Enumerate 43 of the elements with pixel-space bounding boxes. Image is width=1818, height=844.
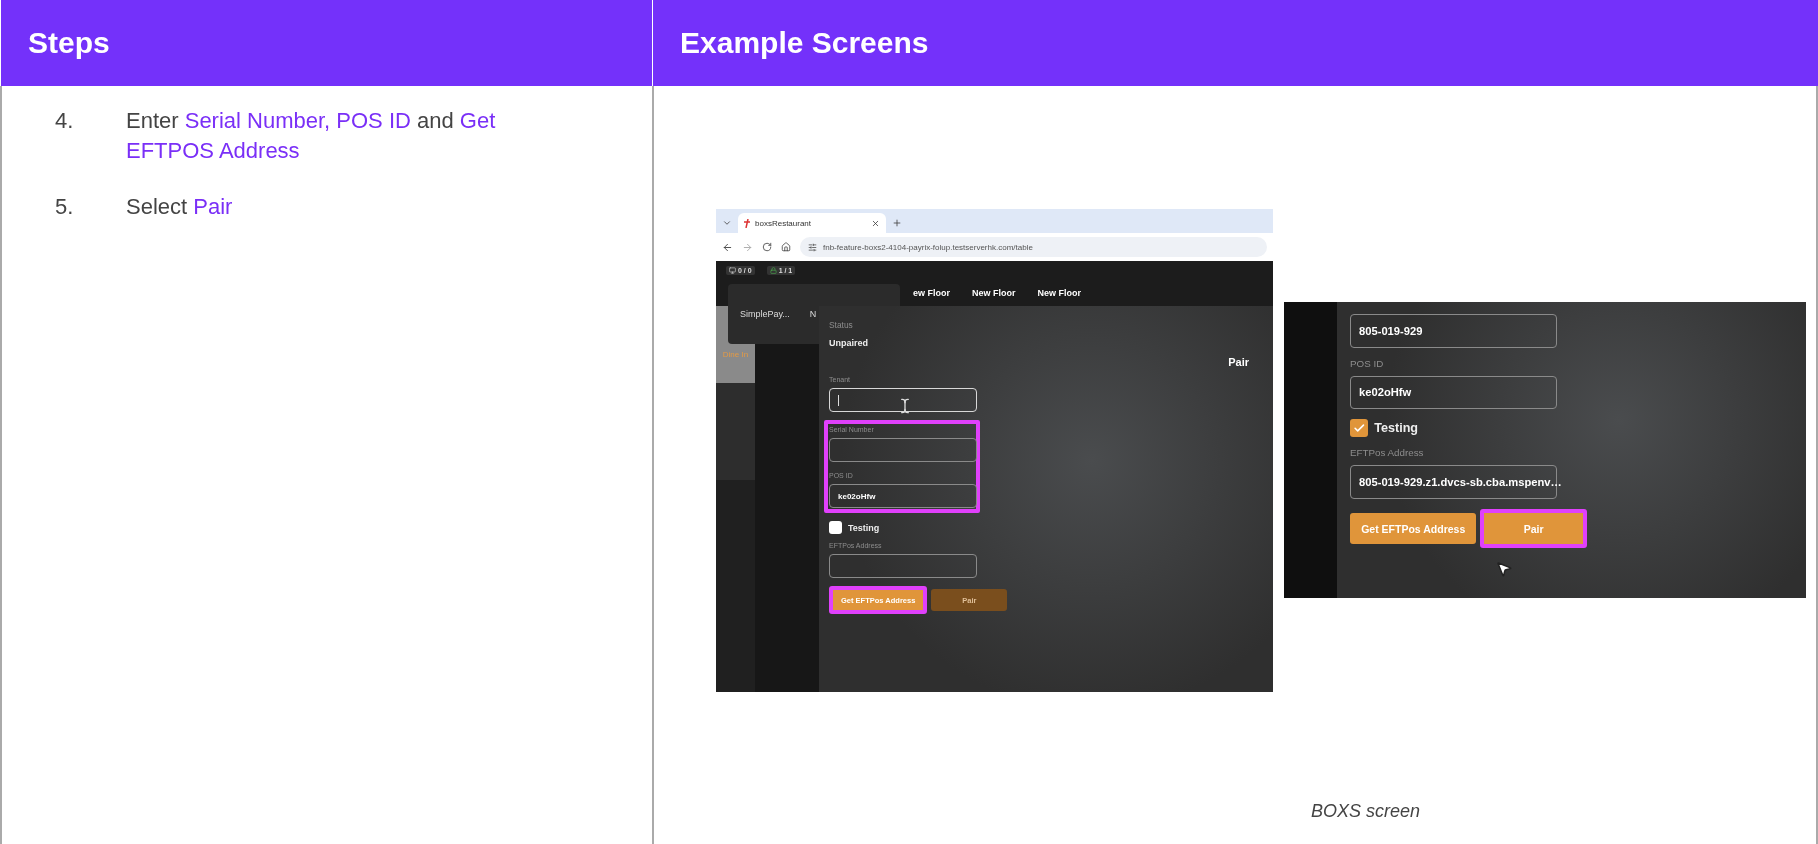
floor-tab[interactable]: ew Floor bbox=[913, 287, 950, 298]
input-field[interactable]: ke02oHfw bbox=[1350, 375, 1558, 410]
image-caption: BOXS screen bbox=[1311, 801, 1422, 822]
close-icon[interactable] bbox=[871, 218, 880, 228]
dialog-title: Pair bbox=[1228, 356, 1249, 368]
mouse-pointer-icon bbox=[1495, 560, 1513, 578]
field-label: EFTPos Address bbox=[1350, 447, 1425, 459]
tab-title: boxsRestaurant bbox=[755, 218, 813, 228]
monitor-icon bbox=[729, 266, 736, 274]
column-header: Steps bbox=[0, 0, 652, 86]
lock-icon bbox=[769, 266, 777, 274]
input-field[interactable]: ke02oHfw bbox=[829, 484, 977, 508]
url-text: fnb-feature-boxs2-4104-payrix-folup.testserverhk.com/table bbox=[823, 242, 1033, 252]
input-field[interactable] bbox=[829, 438, 977, 462]
step-text: Select Pair bbox=[126, 193, 234, 221]
status-value: Unpaired bbox=[829, 338, 869, 348]
floor-tab[interactable]: New Floor bbox=[1037, 287, 1082, 298]
popup-item[interactable]: SimplePay... bbox=[740, 309, 790, 319]
popup-item[interactable]: N bbox=[809, 309, 817, 319]
floor-tab[interactable]: New Floor bbox=[972, 287, 1016, 298]
home-icon[interactable] bbox=[781, 242, 791, 252]
dine-in-label: Dine In bbox=[722, 350, 749, 359]
plus-icon[interactable] bbox=[892, 218, 902, 228]
field-label: POS ID bbox=[1350, 357, 1385, 369]
checkbox-label: Testing bbox=[848, 522, 880, 533]
favicon-icon bbox=[744, 218, 750, 228]
checkbox[interactable] bbox=[1350, 419, 1369, 438]
input-field[interactable]: 805-019-929 bbox=[1350, 314, 1558, 348]
browser-tab[interactable]: boxsRestaurant bbox=[738, 213, 886, 233]
column-header: Example Screens bbox=[652, 0, 1818, 86]
step-text: Enter Serial Number, POS ID and Get EFTPOS Address bbox=[126, 107, 497, 165]
status-label: Status bbox=[829, 320, 854, 330]
reload-icon[interactable] bbox=[762, 242, 772, 252]
checkbox[interactable] bbox=[829, 521, 842, 534]
step-number: 5. bbox=[54, 193, 75, 221]
check-icon bbox=[1352, 422, 1366, 435]
chevron-down-icon[interactable] bbox=[722, 218, 732, 228]
address-bar[interactable]: fnb-feature-boxs2-4104-payrix-folup.testserverhk.com/table bbox=[800, 237, 1267, 257]
site-settings-icon[interactable] bbox=[808, 242, 817, 252]
back-arrow-icon[interactable] bbox=[722, 241, 733, 253]
checkbox-label: Testing bbox=[1374, 421, 1419, 436]
input-field[interactable] bbox=[829, 554, 977, 578]
step-number: 4. bbox=[54, 107, 75, 135]
